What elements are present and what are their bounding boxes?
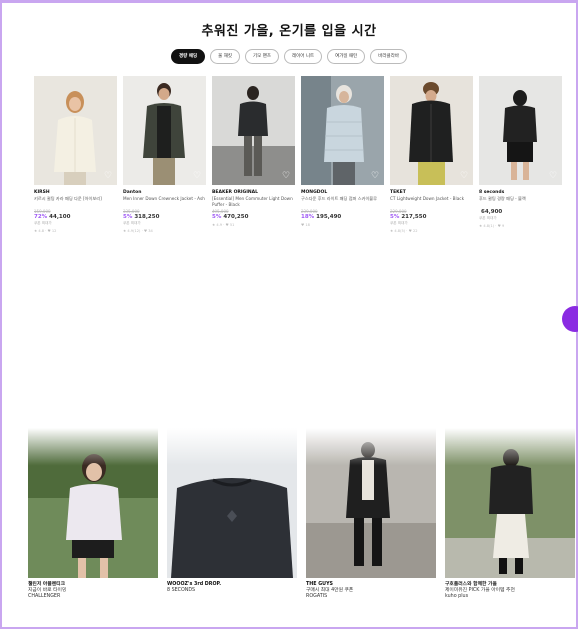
discount-rate: 18% xyxy=(301,214,315,220)
price: 72% 44,100 xyxy=(34,214,117,220)
heart-icon[interactable]: ♡ xyxy=(103,171,113,181)
product-brand: BEAKER ORIGINAL xyxy=(212,190,259,195)
coupon-label: 쿠폰 최대가 xyxy=(123,221,141,225)
price: 64,900 xyxy=(479,209,562,215)
story-subtitle: 8 SECONDS xyxy=(167,588,196,593)
rating-likes: ★ 4.8 · ♥ 12 xyxy=(34,229,57,233)
tab-fleece-pants[interactable]: 기모 팬츠 xyxy=(245,49,279,64)
story-card[interactable]: WOOOZ's 3rd DROP. 8 SECONDS xyxy=(167,428,297,600)
story-image[interactable] xyxy=(167,428,297,578)
tab-pattern[interactable]: 여가일 패턴 xyxy=(327,49,366,64)
product-name: 후드 퀼팅 경량 패딩 - 블랙 xyxy=(479,196,526,201)
tab-balaclava[interactable]: 바라클라바 xyxy=(370,49,407,64)
tab-lightweight-padding[interactable]: 경량 패딩 xyxy=(171,49,206,64)
product-name: [Essential] Men Commuter Light Down Puff… xyxy=(212,196,293,207)
story-list: 챌린저 아플렌티크 지금이 바로 타이밍 CHALLENGER WOOOZ's … xyxy=(28,428,575,600)
rating-likes: ★ 4.9(12) · ♥ 34 xyxy=(123,229,153,233)
discount-rate: 5% xyxy=(212,214,222,220)
discount-rate: 5% xyxy=(390,214,400,220)
sale-price: 195,490 xyxy=(316,214,342,220)
rating-likes: ★ 4.8(5) · ♥ 22 xyxy=(390,229,418,233)
tab-wool-jacket[interactable]: 울 재킷 xyxy=(210,49,240,64)
story-card[interactable]: 챌린저 아플렌티크 지금이 바로 타이밍 CHALLENGER xyxy=(28,428,158,600)
price: 5% 217,550 xyxy=(390,214,473,220)
product-brand: MONGDOL xyxy=(301,190,328,195)
category-tabs: 경량 패딩 울 재킷 기모 팬츠 레이어 니트 여가일 패턴 바라클라바 xyxy=(0,49,578,64)
product-image[interactable]: ♡ xyxy=(301,76,384,185)
product-name: Men Inner Down Crewneck Jacket - Ash xyxy=(123,196,205,201)
heart-icon[interactable]: ♡ xyxy=(459,171,469,181)
story-brand: ROGATIS xyxy=(306,594,328,599)
heart-icon[interactable]: ♡ xyxy=(370,171,380,181)
coupon-label: 쿠폰 최대가 xyxy=(390,221,408,225)
heart-icon[interactable]: ♡ xyxy=(192,171,202,181)
product-name: 구스다운 후드 라이트 패딩 점퍼 스카이블루 xyxy=(301,196,378,201)
sale-price: 217,550 xyxy=(401,214,427,220)
product-name: 키르시 퀼팅 카라 패딩 다운 [아이보리] xyxy=(34,196,102,201)
story-brand: kuho plus xyxy=(445,594,469,599)
story-image[interactable] xyxy=(28,428,158,578)
heart-icon[interactable]: ♡ xyxy=(281,171,291,181)
story-card[interactable]: 구호플러스와 함께한 가을 제이미유진 PICK 가을 아이템 추천 kuho … xyxy=(445,428,575,600)
product-card[interactable]: ♡ BEAKER ORIGINAL [Essential] Men Commut… xyxy=(212,76,295,233)
product-image[interactable]: ♡ xyxy=(34,76,117,185)
coupon-label: 쿠폰 최대가 xyxy=(34,221,52,225)
discount-rate: 72% xyxy=(34,214,48,220)
story-image[interactable] xyxy=(445,428,575,578)
product-card[interactable]: ♡ KIRSH 키르시 퀼팅 카라 패딩 다운 [아이보리] 159,000 7… xyxy=(34,76,117,233)
tab-layer-knit[interactable]: 레이어 니트 xyxy=(284,49,323,64)
product-brand: Danton xyxy=(123,190,142,195)
section-title: 추워진 가을, 온기를 입을 시간 xyxy=(201,24,377,39)
product-list: ♡ KIRSH 키르시 퀼팅 카라 패딩 다운 [아이보리] 159,000 7… xyxy=(34,76,562,233)
rating-likes: ★ 4.9 · ♥ 51 xyxy=(212,223,235,227)
sale-price: 318,250 xyxy=(134,214,160,220)
product-name: CT Lightweight Down Jacket - Black xyxy=(390,196,465,201)
sale-price: 44,100 xyxy=(49,214,71,220)
sale-price: 64,900 xyxy=(481,209,503,215)
price: 5% 470,250 xyxy=(212,214,295,220)
story-brand: CHALLENGER xyxy=(28,594,61,599)
product-brand: KIRSH xyxy=(34,190,50,195)
price: 18% 195,490 xyxy=(301,214,384,220)
product-card[interactable]: ♡ MONGDOL 구스다운 후드 라이트 패딩 점퍼 스카이블루 239,00… xyxy=(301,76,384,233)
heart-icon[interactable]: ♡ xyxy=(548,171,558,181)
product-brand: TEKET xyxy=(390,190,406,195)
price: 5% 318,250 xyxy=(123,214,206,220)
coupon-label: 쿠폰 최대가 xyxy=(479,216,497,220)
discount-rate: 5% xyxy=(123,214,133,220)
product-card[interactable]: ♡ TEKET CT Lightweight Down Jacket - Bla… xyxy=(390,76,473,233)
story-card[interactable]: THE GUYS 구매시 최대 4만원 쿠폰 ROGATIS xyxy=(306,428,436,600)
product-image[interactable]: ♡ xyxy=(479,76,562,185)
product-image[interactable]: ♡ xyxy=(212,76,295,185)
product-brand: 8 seconds xyxy=(479,190,505,195)
story-image[interactable] xyxy=(306,428,436,578)
rating-likes: ♥ 18 xyxy=(301,223,310,227)
product-image[interactable]: ♡ xyxy=(123,76,206,185)
rating-likes: ★ 4.8(1) · ♥ 9 xyxy=(479,224,505,228)
sale-price: 470,250 xyxy=(223,214,249,220)
product-image[interactable]: ♡ xyxy=(390,76,473,185)
product-card[interactable]: ♡ 8 seconds 후드 퀼팅 경량 패딩 - 블랙 64,900 쿠폰 최… xyxy=(479,76,562,233)
product-card[interactable]: ♡ Danton Men Inner Down Crewneck Jacket … xyxy=(123,76,206,233)
